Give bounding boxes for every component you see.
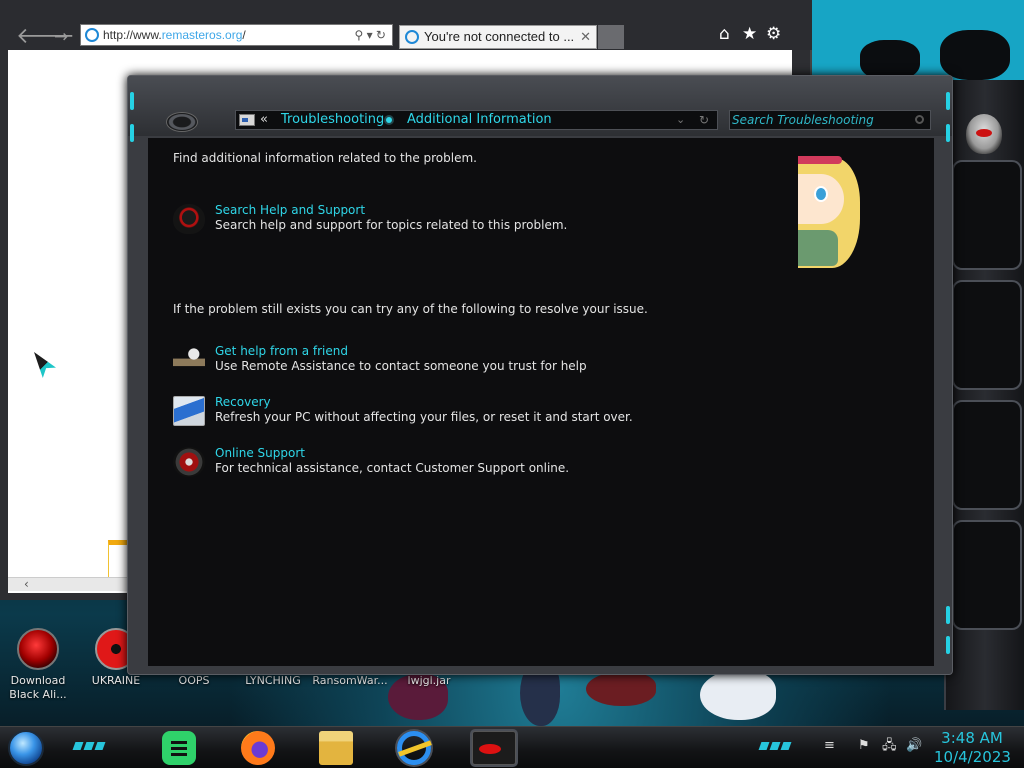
gadget-monitor [952,520,1022,630]
remote-assistance-icon [173,345,205,375]
breadcrumb-item-additional-information[interactable]: Additional Information [407,111,552,129]
online-support-task[interactable]: Online Support For technical assistance,… [173,446,773,480]
window-accent [130,124,134,142]
help-from-friend-description: Use Remote Assistance to contact someone… [215,359,587,373]
notes-app-icon[interactable] [162,731,196,765]
intro-text: Find additional information related to t… [173,151,477,165]
taskbar-decoration [758,739,793,750]
ie-page-icon [85,28,99,42]
desktop-icon-label: lwjgl.jar [407,674,451,687]
window-accent [946,92,950,110]
character-sticker [798,150,860,270]
online-support-description: For technical assistance, contact Custom… [215,461,570,475]
ie-tab-icon [405,30,419,44]
online-support-icon [173,447,205,477]
browser-tab[interactable]: You're not connected to ... ✕ [399,25,597,49]
alienware-download-icon [17,628,59,670]
wallpaper-shape [940,30,1010,80]
address-bar[interactable]: http://www.remasteros.org/ ⚲ ▾ ↻ [80,24,393,46]
taskbar: ≡ ⚑ 🖧 🔊 3:48 AM 10/4/2023 [0,726,1024,768]
search-input[interactable] [732,112,908,128]
refresh-icon[interactable]: ↻ [699,111,709,129]
content-pane: Find additional information related to t… [148,138,934,666]
action-center-flag-icon[interactable]: ⚑ [858,739,872,753]
troubleshooting-window: « Troubleshooting Additional Information… [127,75,953,675]
taskbar-decoration [72,739,107,750]
desktop-icon-label: RansomWar... [312,674,388,687]
desktop-icon-ransomware[interactable]: RansomWar... [312,674,388,688]
alienware-logo-icon [966,114,1002,154]
search-help-support-task[interactable]: Search Help and Support Search help and … [173,203,773,237]
wallpaper-shape [860,40,920,80]
desktop-icon-label: LYNCHING [245,674,301,687]
help-from-friend-task[interactable]: Get help from a friend Use Remote Assist… [173,344,773,378]
desktop-icon-label: UKRAINE [91,674,141,687]
window-accent [946,606,950,624]
desktop-icon-lwjgl-jar[interactable]: lwjgl.jar [391,674,467,688]
resolution-intro-text: If the problem still exists you can try … [173,302,648,316]
window-accent [946,636,950,654]
breadcrumb-item-troubleshooting[interactable]: Troubleshooting [281,111,384,129]
recovery-description: Refresh your PC without affecting your f… [215,410,633,424]
help-from-friend-link[interactable]: Get help from a friend [215,344,348,358]
clock-date: 10/4/2023 [934,748,1011,766]
home-icon[interactable]: ⌂ [719,24,730,44]
search-help-support-description: Search help and support for topics relat… [215,218,568,232]
recovery-computer-icon [173,396,205,426]
forward-arrow-icon[interactable]: → [54,26,68,48]
gadget-panel [944,80,1024,710]
control-panel-icon [239,114,255,126]
desktop-icon-label: Download Black Ali... [9,674,67,701]
tab-title: You're not connected to ... [424,29,575,44]
start-button[interactable] [8,730,44,766]
taskbar-clock[interactable]: 3:48 AM 10/4/2023 [934,729,1011,767]
favorites-star-icon[interactable]: ★ [742,24,757,44]
browser-toolbar: 🡐 → http://www.remasteros.org/ ⚲ ▾ ↻ You… [0,0,812,50]
breadcrumb-separator-icon [386,117,392,123]
new-tab-button[interactable] [598,25,624,49]
search-box[interactable] [729,110,931,130]
tab-close-icon[interactable]: ✕ [580,26,591,48]
window-accent [130,92,134,110]
desktop-icon-lynching[interactable]: LYNCHING [235,674,311,688]
recovery-link[interactable]: Recovery [215,395,271,409]
breadcrumb-overflow-icon[interactable]: « [260,111,268,129]
breadcrumb[interactable]: « Troubleshooting Additional Information… [235,110,718,130]
gadget-monitor [952,400,1022,510]
wallpaper-figure [586,672,656,706]
internet-explorer-icon[interactable] [397,731,431,765]
clock-time: 3:48 AM [941,729,1003,747]
firefox-icon[interactable] [241,731,275,765]
network-icon[interactable]: 🖧 [882,739,897,753]
volume-icon[interactable]: 🔊 [906,739,922,753]
gadget-monitor [952,160,1022,270]
horizontal-scrollbar[interactable]: ‹ [8,577,132,591]
chevron-down-icon[interactable]: ⌄ [676,111,685,129]
address-text: http://www.remasteros.org/ [103,28,246,42]
alienware-app-icon[interactable] [472,731,516,765]
gadget-monitor [952,280,1022,390]
recovery-task[interactable]: Recovery Refresh your PC without affecti… [173,395,773,429]
desktop-icon-download-black-alienware[interactable]: Download Black Ali... [0,628,76,702]
settings-gear-icon[interactable]: ⚙ [766,24,781,44]
online-support-link[interactable]: Online Support [215,446,305,460]
file-explorer-icon[interactable] [319,731,353,765]
address-bar-buttons[interactable]: ⚲ ▾ ↻ [354,25,386,45]
search-icon[interactable] [915,115,924,124]
search-help-support-link[interactable]: Search Help and Support [215,203,365,217]
window-accent [946,124,950,142]
wallpaper-figure [700,670,776,720]
desktop-icon-label: OOPS [178,674,210,687]
desktop-icon-oops[interactable]: OOPS [156,674,232,688]
scroll-left-icon[interactable]: ‹ [24,577,29,591]
show-hidden-icons-icon[interactable]: ≡ [824,739,838,753]
alienware-help-icon [173,204,205,234]
back-button[interactable] [166,112,198,132]
